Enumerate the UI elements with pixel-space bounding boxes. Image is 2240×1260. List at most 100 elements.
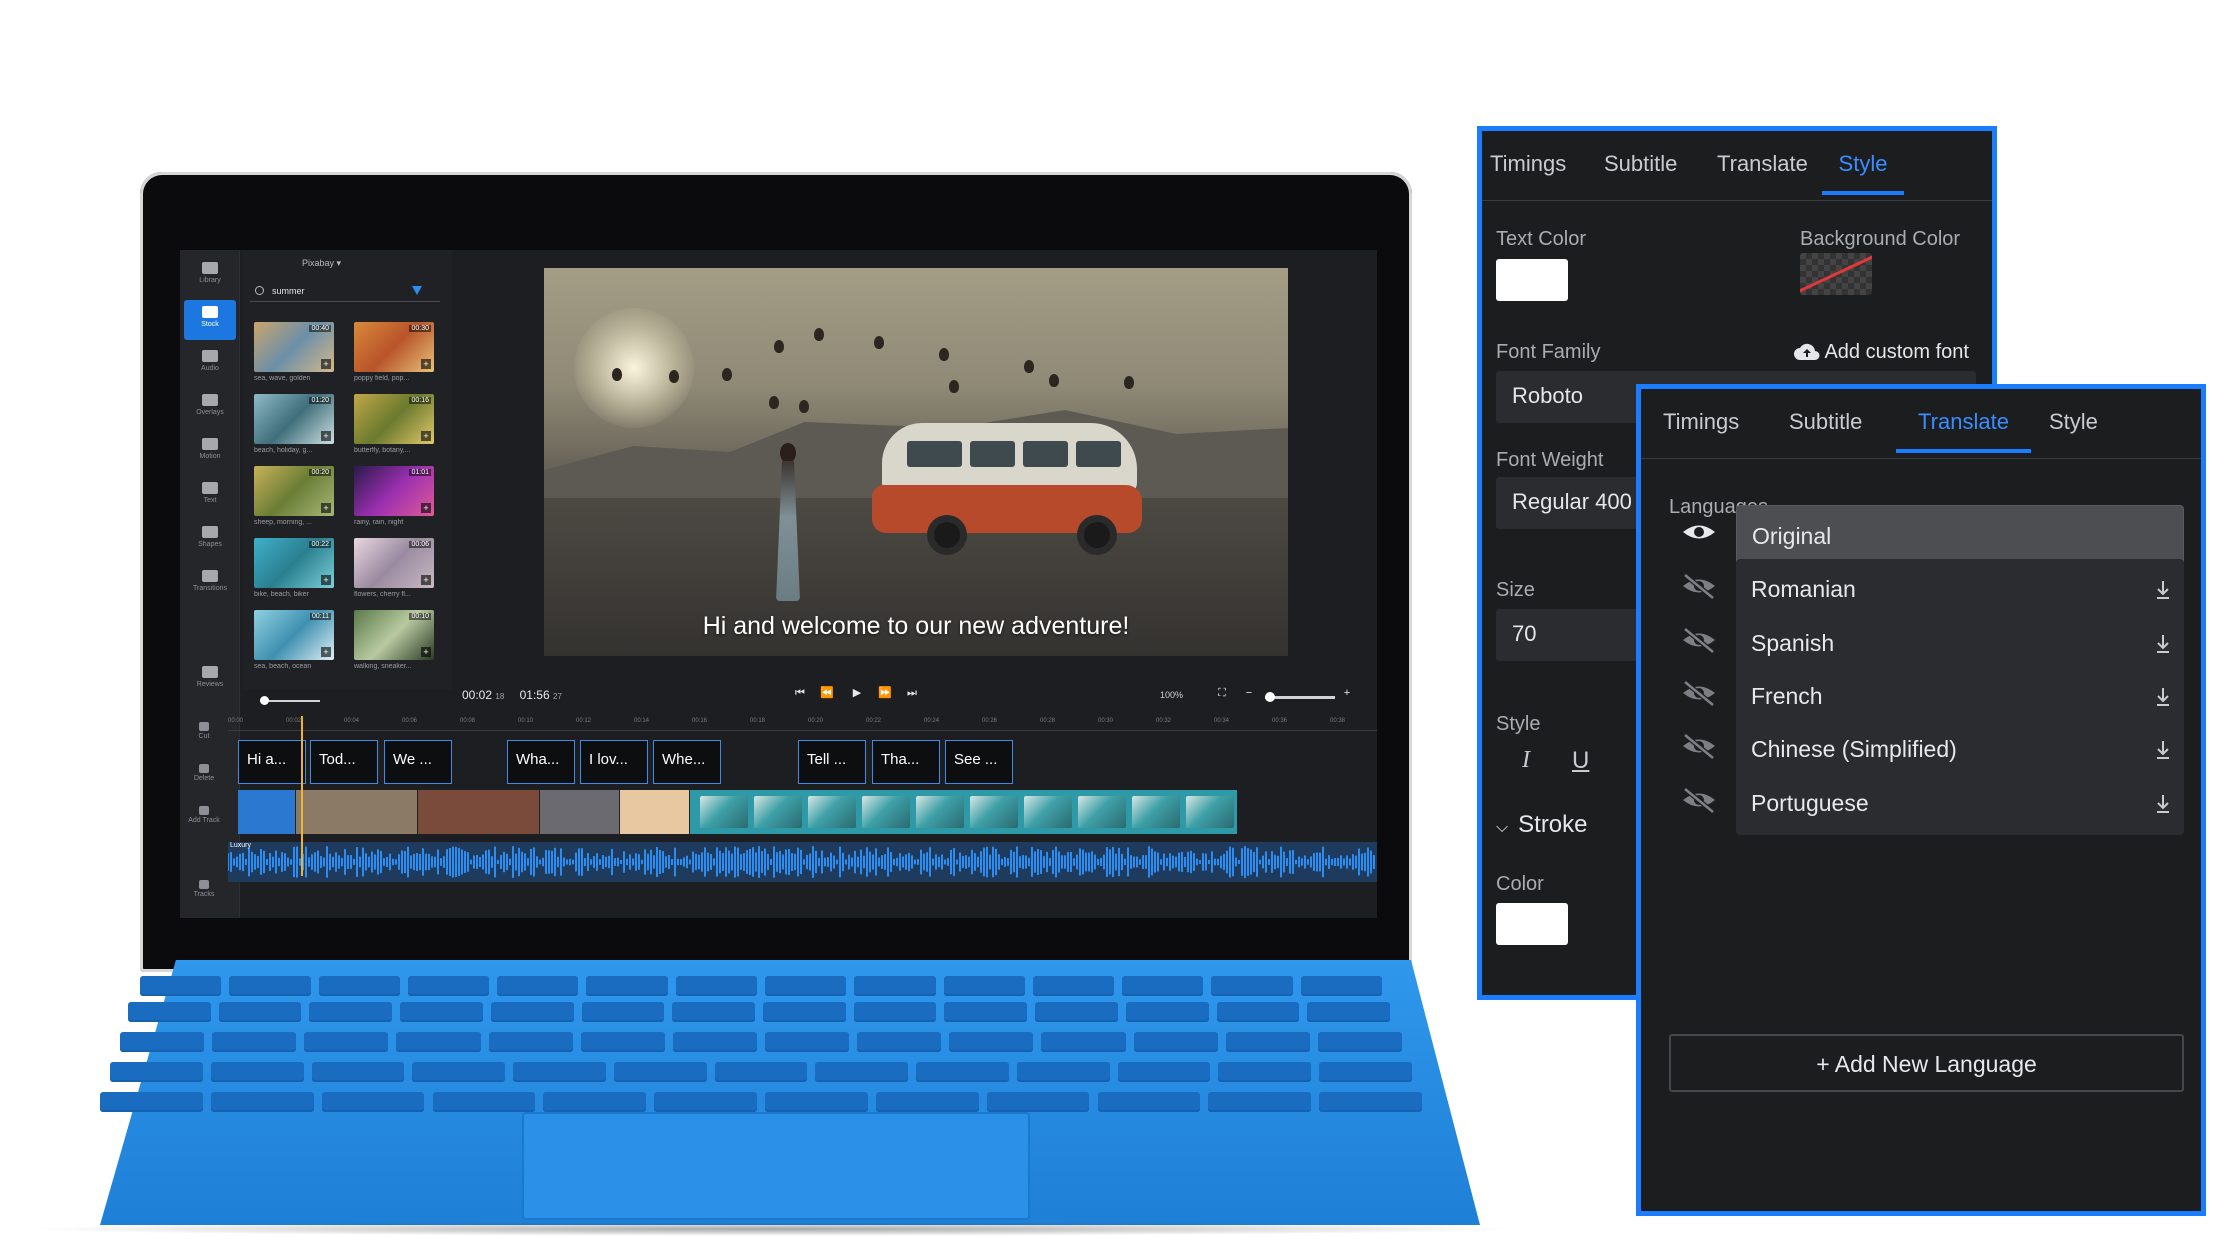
balloon <box>1124 376 1134 389</box>
stock-thumbnail[interactable]: 00:11 + <box>254 610 334 660</box>
language-row-portuguese[interactable]: Portuguese <box>1736 773 2184 835</box>
rail-shapes[interactable]: Shapes <box>184 520 236 560</box>
subtitle-clip[interactable]: See ... <box>945 740 1013 784</box>
volume-slider[interactable] <box>260 696 320 705</box>
timeline-zoom-slider[interactable] <box>1265 692 1335 702</box>
subtitle-clip[interactable]: Whe... <box>653 740 721 784</box>
language-row-original[interactable]: Original <box>1736 505 2184 567</box>
tab-timings[interactable]: Timings <box>1663 409 1739 449</box>
subtitle-clip[interactable]: Tod... <box>310 740 378 784</box>
stock-thumbnail[interactable]: 00:22 + <box>254 538 334 588</box>
tab-translate[interactable]: Translate <box>1717 151 1808 191</box>
skip-start-icon[interactable]: ⏮ <box>793 686 807 700</box>
tab-timings[interactable]: Timings <box>1490 151 1566 191</box>
balloon <box>722 368 732 381</box>
video-clip[interactable] <box>418 790 540 834</box>
language-row-chinese-simplified[interactable]: Chinese (Simplified) <box>1736 719 2184 781</box>
video-clip[interactable] <box>620 790 690 834</box>
stroke-section-toggle[interactable]: ⌵ Stroke <box>1496 811 1588 839</box>
add-track-tool[interactable]: Add Track <box>180 806 228 824</box>
stock-thumbnail[interactable]: 00:40 + <box>254 322 334 372</box>
add-icon[interactable]: + <box>421 431 431 441</box>
subtitle-clip[interactable]: I lov... <box>580 740 648 784</box>
video-track[interactable] <box>238 790 1238 834</box>
text-color-swatch[interactable] <box>1496 259 1568 301</box>
rail-overlays[interactable]: Overlays <box>184 388 236 428</box>
download-icon[interactable] <box>2154 686 2172 708</box>
rail-library[interactable]: Library <box>184 256 236 296</box>
subtitle-clip[interactable]: Hi a... <box>238 740 306 784</box>
rail-reviews[interactable]: Reviews <box>184 660 236 700</box>
rail-transitions[interactable]: Transitions <box>184 564 236 604</box>
download-icon[interactable] <box>2154 793 2172 815</box>
stock-thumbnail[interactable]: 01:01 + <box>354 466 434 516</box>
add-icon[interactable]: + <box>421 647 431 657</box>
zoom-in-icon[interactable]: + <box>1340 686 1354 700</box>
tab-subtitle[interactable]: Subtitle <box>1604 151 1677 191</box>
stock-thumbnail[interactable]: 00:10 + <box>354 610 434 660</box>
stock-thumbnail[interactable]: 00:30 + <box>354 322 434 372</box>
add-icon[interactable]: + <box>421 575 431 585</box>
subtitle-overlay[interactable]: Hi and welcome to our new adventure! <box>544 612 1288 641</box>
tab-translate[interactable]: Translate <box>1896 409 2031 453</box>
skip-end-icon[interactable]: ⏭ <box>905 686 919 700</box>
rail-text[interactable]: Text <box>184 476 236 516</box>
rail-stock[interactable]: Stock <box>184 300 236 340</box>
rail-motion[interactable]: Motion <box>184 432 236 472</box>
download-icon[interactable] <box>2154 739 2172 761</box>
tab-style[interactable]: Style <box>1822 151 1904 195</box>
eye-icon[interactable] <box>1679 517 1719 547</box>
audio-track[interactable] <box>227 842 1377 882</box>
eye-off-icon[interactable] <box>1679 625 1719 655</box>
add-custom-font-button[interactable]: Add custom font <box>1794 341 1969 364</box>
playhead[interactable] <box>301 716 303 876</box>
video-clip[interactable] <box>540 790 620 834</box>
download-icon[interactable] <box>2154 633 2172 655</box>
delete-tool[interactable]: Delete <box>180 764 228 782</box>
add-icon[interactable]: + <box>321 575 331 585</box>
tracks-tool[interactable]: Tracks <box>180 880 228 898</box>
add-new-language-button[interactable]: + Add New Language <box>1669 1034 2184 1092</box>
language-row-romanian[interactable]: Romanian <box>1736 559 2184 621</box>
add-icon[interactable]: + <box>321 647 331 657</box>
add-icon[interactable]: + <box>321 503 331 513</box>
add-icon[interactable]: + <box>421 359 431 369</box>
add-icon[interactable]: + <box>421 503 431 513</box>
tab-style[interactable]: Style <box>2049 409 2098 449</box>
video-preview[interactable]: Hi and welcome to our new adventure! <box>544 268 1288 656</box>
keyboard-key <box>432 1092 536 1112</box>
eye-off-icon[interactable] <box>1679 785 1719 815</box>
underline-icon[interactable]: U <box>1572 747 1589 775</box>
stroke-color-swatch[interactable] <box>1496 903 1568 945</box>
eye-off-icon[interactable] <box>1679 731 1719 761</box>
eye-off-icon[interactable] <box>1679 678 1719 708</box>
cut-tool[interactable]: Cut <box>180 722 228 740</box>
subtitle-clip[interactable]: Wha... <box>507 740 575 784</box>
rail-audio[interactable]: Audio <box>184 344 236 384</box>
subtitle-clip[interactable]: We ... <box>384 740 452 784</box>
stock-thumbnail[interactable]: 00:16 + <box>354 394 434 444</box>
stock-source-select[interactable]: Pixabay ▾ <box>302 258 341 269</box>
background-color-swatch[interactable] <box>1800 253 1872 295</box>
stock-thumbnail[interactable]: 01:20 + <box>254 394 334 444</box>
video-clip[interactable] <box>238 790 296 834</box>
filter-icon[interactable] <box>412 286 422 295</box>
rewind-icon[interactable]: ⏪ <box>820 686 834 700</box>
stock-search-input[interactable]: summer <box>250 280 440 302</box>
play-icon[interactable]: ▶ <box>850 686 864 700</box>
fullscreen-icon[interactable]: ⛶ <box>1215 686 1229 700</box>
italic-icon[interactable]: I <box>1522 747 1530 774</box>
add-icon[interactable]: + <box>321 431 331 441</box>
subtitle-clip[interactable]: Tha... <box>872 740 940 784</box>
video-clip[interactable] <box>296 790 418 834</box>
download-icon[interactable] <box>2154 579 2172 601</box>
add-icon[interactable]: + <box>321 359 331 369</box>
zoom-out-icon[interactable]: − <box>1242 686 1256 700</box>
stock-media-panel: Pixabay ▾ summer 00:40 + sea, wave, golden… <box>242 250 452 690</box>
tab-subtitle[interactable]: Subtitle <box>1789 409 1862 449</box>
subtitle-clip[interactable]: Tell ... <box>798 740 866 784</box>
stock-thumbnail[interactable]: 00:20 + <box>254 466 334 516</box>
stock-thumbnail[interactable]: 00:06 + <box>354 538 434 588</box>
fast-forward-icon[interactable]: ⏩ <box>878 686 892 700</box>
eye-off-icon[interactable] <box>1679 571 1719 601</box>
